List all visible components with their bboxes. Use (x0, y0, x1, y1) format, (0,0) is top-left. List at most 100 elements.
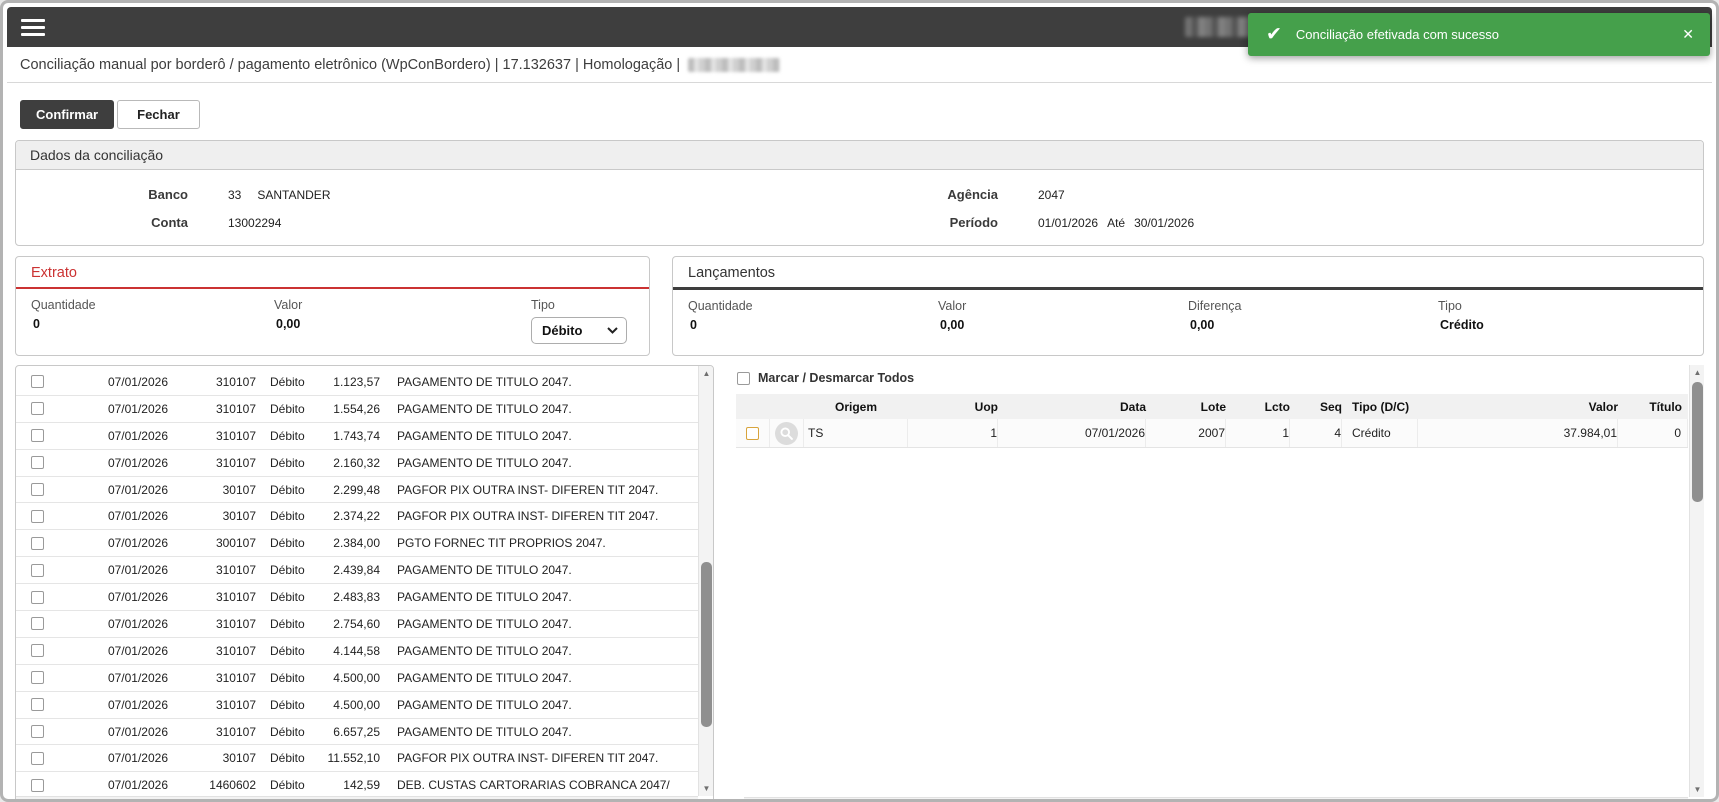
extrato-row-tipo: Débito (256, 778, 324, 792)
lanc-row-valor: 37.984,01 (1418, 419, 1618, 447)
banco-value: 33SANTANDER (228, 188, 330, 202)
extrato-tipo-select[interactable]: Débito (531, 317, 627, 344)
extrato-row: 07/01/2026 310107 Débito 4.500,00 PAGAME… (16, 692, 698, 719)
extrato-row-checkbox[interactable] (31, 752, 44, 765)
lancamentos-horizontal-scrollbar[interactable]: ◄ ► (744, 797, 1688, 802)
extrato-horizontal-scrollbar[interactable]: ◄ ► (16, 796, 698, 802)
extrato-row-checkbox[interactable] (31, 456, 44, 469)
extrato-row-valor: 1.554,26 (324, 402, 380, 416)
extrato-row-checkbox[interactable] (31, 537, 44, 550)
lanc-diferenca-value: 0,00 (1188, 318, 1438, 332)
extrato-vscroll-thumb[interactable] (701, 562, 712, 727)
scroll-up-icon[interactable]: ▲ (1690, 365, 1705, 380)
extrato-row: 07/01/2026 310107 Débito 1.123,57 PAGAME… (16, 369, 698, 396)
hamburger-menu-icon[interactable] (21, 19, 45, 36)
lanc-row-tipo: Crédito (1342, 419, 1418, 447)
extrato-row-descricao: PAGFOR PIX OUTRA INST- DIFEREN TIT 2047. (380, 751, 698, 765)
extrato-row-date: 07/01/2026 (72, 751, 168, 765)
conciliation-data-panel: Dados da conciliação Banco 33SANTANDER C… (15, 140, 1704, 246)
conta-value: 13002294 (228, 216, 281, 230)
extrato-row: 07/01/2026 310107 Débito 4.144,58 PAGAME… (16, 638, 698, 665)
toast-message: Conciliação efetivada com sucesso (1296, 27, 1682, 42)
extrato-row-code: 310107 (168, 429, 256, 443)
scroll-left-icon[interactable]: ◄ (16, 797, 31, 802)
scroll-left-icon[interactable]: ◄ (744, 798, 759, 802)
extrato-row: 07/01/2026 310107 Débito 2.160,32 PAGAME… (16, 450, 698, 477)
col-lote: Lote (1146, 394, 1226, 419)
search-icon[interactable] (775, 422, 798, 445)
scroll-down-icon[interactable]: ▼ (1690, 782, 1705, 797)
extrato-tipo-label: Tipo (531, 298, 627, 312)
select-all-label: Marcar / Desmarcar Todos (758, 371, 914, 385)
extrato-row-checkbox[interactable] (31, 725, 44, 738)
extrato-row-checkbox[interactable] (31, 375, 44, 388)
extrato-row-tipo: Débito (256, 671, 324, 685)
lancamentos-table-body: TS 1 07/01/2026 2007 1 4 Crédito 37.984,… (736, 419, 1688, 448)
extrato-row-date: 07/01/2026 (72, 429, 168, 443)
extrato-row-code: 310107 (168, 617, 256, 631)
col-seq: Seq (1290, 394, 1342, 419)
confirm-button[interactable]: Confirmar (20, 100, 114, 129)
extrato-row-descricao: PAGAMENTO DE TITULO 2047. (380, 671, 698, 685)
extrato-row-checkbox[interactable] (31, 564, 44, 577)
lanc-diferenca-label: Diferença (1188, 299, 1438, 313)
extrato-row-date: 07/01/2026 (72, 617, 168, 631)
lanc-tipo-label: Tipo (1438, 299, 1688, 313)
extrato-vertical-scrollbar[interactable]: ▲ ▼ (698, 366, 713, 796)
extrato-row-code: 310107 (168, 402, 256, 416)
extrato-row-tipo: Débito (256, 590, 324, 604)
extrato-row: 07/01/2026 30107 Débito 11.552,10 PAGFOR… (16, 745, 698, 772)
scroll-up-icon[interactable]: ▲ (699, 366, 714, 381)
extrato-row-descricao: PGTO FORNEC TIT PROPRIOS 2047. (380, 536, 698, 550)
lancamentos-row-checkbox[interactable] (746, 427, 759, 440)
extrato-row-checkbox[interactable] (31, 779, 44, 792)
extrato-row-valor: 4.144,58 (324, 644, 380, 658)
toast-close-icon[interactable]: ✕ (1682, 26, 1694, 43)
extrato-row-code: 310107 (168, 671, 256, 685)
extrato-row-checkbox[interactable] (31, 671, 44, 684)
col-uop: Uop (908, 394, 998, 419)
extrato-row-tipo: Débito (256, 483, 324, 497)
extrato-row: 07/01/2026 310107 Débito 2.439,84 PAGAME… (16, 557, 698, 584)
agencia-value: 2047 (1038, 188, 1065, 202)
lancamentos-header-row: Origem Uop Data Lote Lcto Seq Tipo (D/C)… (736, 394, 1688, 419)
extrato-row-checkbox[interactable] (31, 617, 44, 630)
scroll-right-icon[interactable]: ► (1673, 798, 1688, 802)
extrato-row-valor: 2.439,84 (324, 563, 380, 577)
extrato-row-checkbox[interactable] (31, 483, 44, 496)
lanc-vscroll-thumb[interactable] (1692, 382, 1703, 502)
extrato-row-tipo: Débito (256, 725, 324, 739)
extrato-row-valor: 142,59 (324, 778, 380, 792)
extrato-panel-title: Extrato (16, 257, 649, 289)
scroll-right-icon[interactable]: ► (683, 797, 698, 802)
close-button[interactable]: Fechar (117, 100, 200, 129)
extrato-row-descricao: PAGAMENTO DE TITULO 2047. (380, 402, 698, 416)
extrato-row-checkbox[interactable] (31, 510, 44, 523)
extrato-row-checkbox[interactable] (31, 591, 44, 604)
extrato-row-checkbox[interactable] (31, 644, 44, 657)
extrato-quantidade-label: Quantidade (31, 298, 274, 312)
lanc-row-seq: 4 (1290, 419, 1342, 447)
extrato-row-date: 07/01/2026 (72, 375, 168, 389)
lancamentos-row: TS 1 07/01/2026 2007 1 4 Crédito 37.984,… (736, 419, 1688, 448)
lancamentos-vertical-scrollbar[interactable]: ▲ ▼ (1689, 365, 1704, 797)
success-toast: ✔ Conciliação efetivada com sucesso ✕ (1248, 13, 1710, 56)
scroll-down-icon[interactable]: ▼ (699, 781, 714, 796)
lanc-valor-value: 0,00 (938, 318, 1188, 332)
extrato-row-valor: 6.657,25 (324, 725, 380, 739)
extrato-row: 07/01/2026 310107 Débito 2.754,60 PAGAME… (16, 611, 698, 638)
lancamentos-table: Origem Uop Data Lote Lcto Seq Tipo (D/C)… (736, 394, 1688, 448)
extrato-row-checkbox[interactable] (31, 429, 44, 442)
periodo-value: 01/01/2026Até30/01/2026 (1038, 216, 1194, 230)
extrato-row-descricao: PAGFOR PIX OUTRA INST- DIFEREN TIT 2047. (380, 483, 698, 497)
extrato-row-date: 07/01/2026 (72, 671, 168, 685)
extrato-row-descricao: PAGAMENTO DE TITULO 2047. (380, 698, 698, 712)
select-all-checkbox[interactable] (737, 372, 750, 385)
extrato-row-descricao: PAGAMENTO DE TITULO 2047. (380, 590, 698, 604)
extrato-row-checkbox[interactable] (31, 402, 44, 415)
lanc-row-data: 07/01/2026 (998, 419, 1146, 447)
lanc-quantidade-label: Quantidade (688, 299, 938, 313)
extrato-row-valor: 2.754,60 (324, 617, 380, 631)
extrato-row-checkbox[interactable] (31, 698, 44, 711)
col-tipo-dc: Tipo (D/C) (1342, 394, 1418, 419)
